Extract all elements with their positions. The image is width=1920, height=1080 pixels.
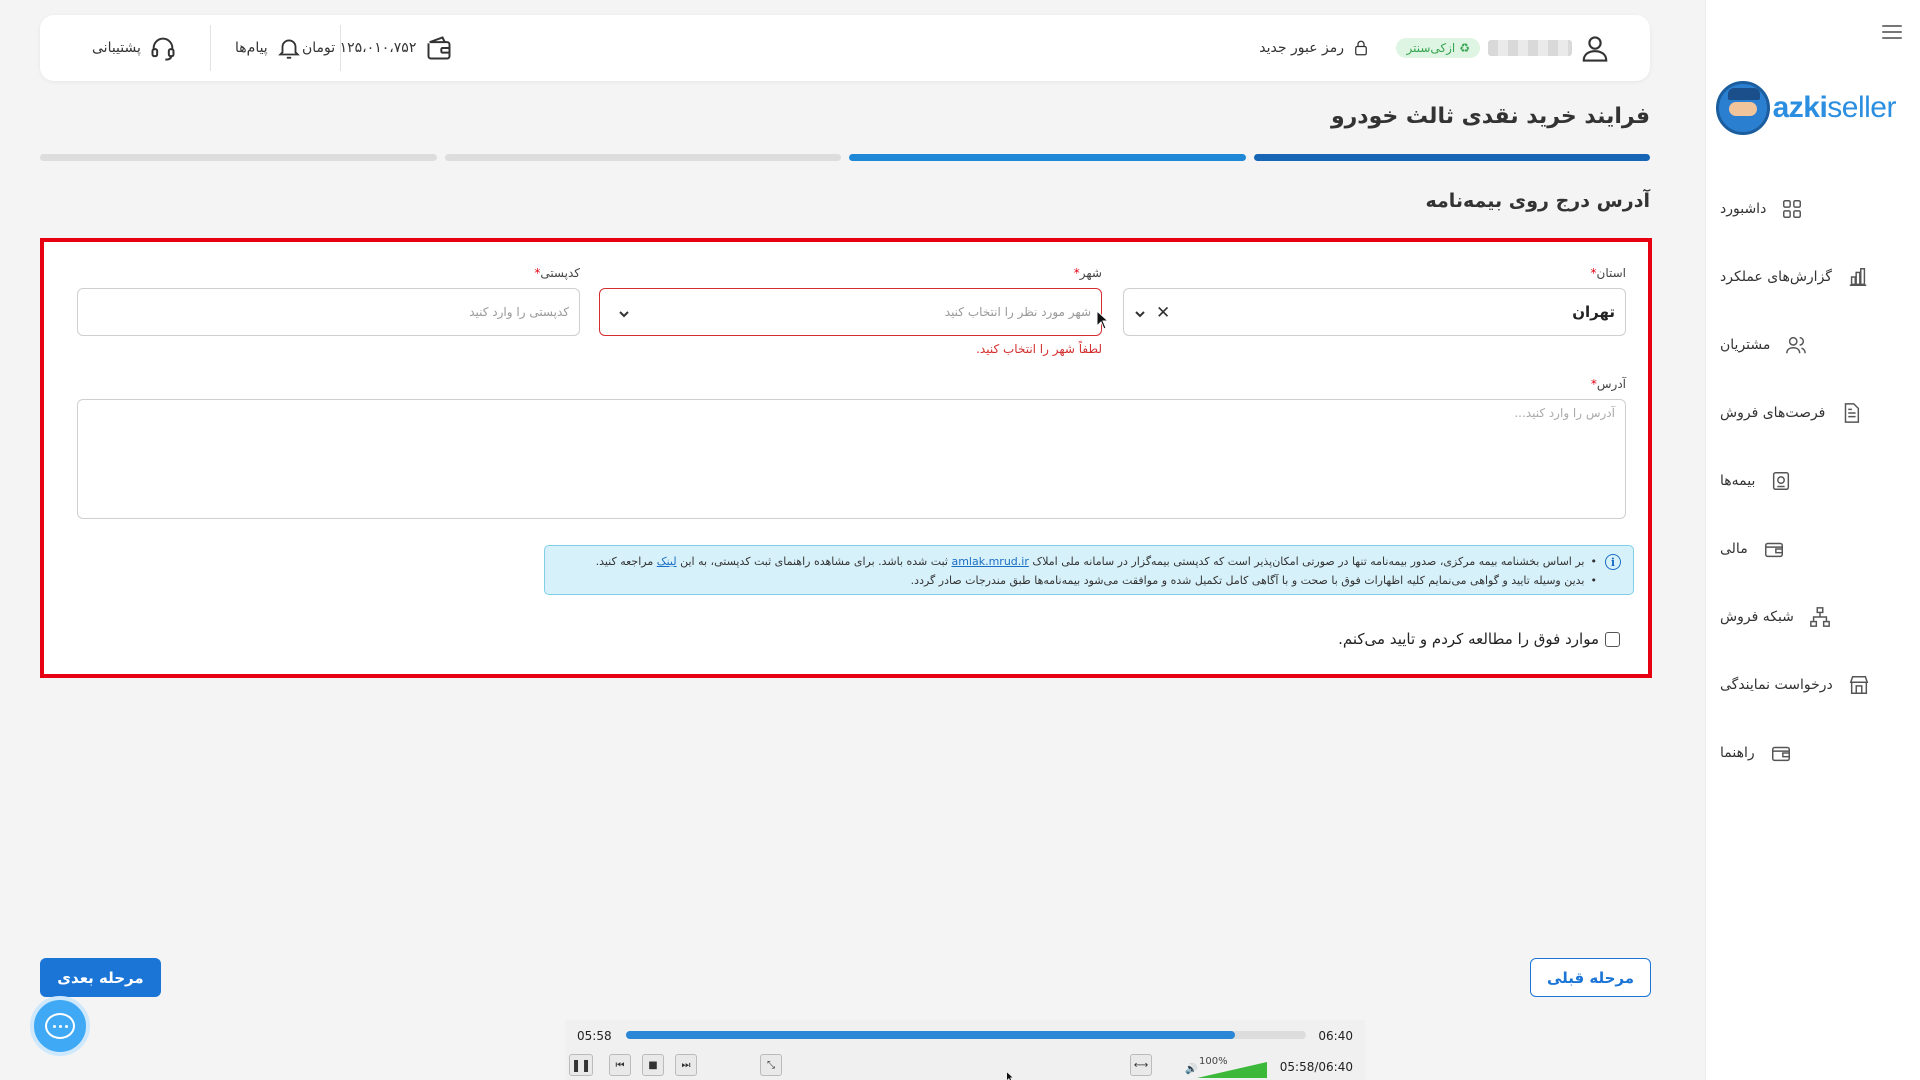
guide-link[interactable]: لینک (657, 555, 677, 568)
header-divider (210, 25, 211, 71)
pause-icon[interactable]: ❚❚ (569, 1054, 593, 1076)
support-button[interactable]: پشتیبانی (92, 15, 177, 81)
page-title: فرایند خرید نقدی ثالث خودرو (1330, 104, 1650, 129)
sidebar-item-sales-network[interactable]: شبکه فروش (1720, 583, 1900, 651)
dashboard-grid-icon (1780, 197, 1804, 221)
bell-icon (277, 39, 300, 59)
header-divider (340, 25, 341, 71)
username-blurred (1488, 40, 1572, 56)
stop-icon[interactable]: ■ (642, 1054, 664, 1076)
info-icon: i (1605, 554, 1621, 570)
postal-code-input[interactable]: کدپستی را وارد کنید (77, 288, 580, 336)
menu-hamburger-icon[interactable] (1882, 25, 1902, 39)
users-icon (1784, 333, 1808, 357)
province-label: استان* (1590, 266, 1626, 280)
progress-steps (40, 154, 1650, 162)
sidebar-item-dashboard[interactable]: داشبورد (1720, 175, 1900, 243)
info-item: بر اساس بخشنامه بیمه مرکزی، صدور بیمه‌نا… (559, 552, 1597, 571)
player-seek-bar[interactable] (626, 1031, 1306, 1039)
messages-button[interactable]: پیام‌ها (235, 15, 302, 81)
user-icon (1582, 36, 1608, 62)
sidebar-item-opportunities[interactable]: فرصت‌های فروش (1720, 379, 1900, 447)
postal-code-label: کدپستی* (534, 266, 580, 280)
resize-icon[interactable]: ⟷ (1130, 1054, 1152, 1076)
video-player: 05:58 06:40 ❚❚ ⏮ ■ ⏭ ⤡ ⟷ 🔊 100% 05:58/06… (565, 1020, 1365, 1080)
headset-icon (151, 37, 175, 61)
info-item: بدین وسیله تایید و گواهی می‌نمایم کلیه ا… (559, 571, 1597, 590)
wallet-icon (427, 36, 451, 60)
mouse-cursor-icon (1007, 1072, 1013, 1080)
city-select[interactable]: شهر مورد نظر را انتخاب کنید (599, 288, 1102, 336)
azki-seller-logo[interactable]: azkiseller (1715, 76, 1896, 140)
city-error-message: لطفاً شهر را انتخاب کنید. (976, 342, 1102, 356)
wallet-icon (1762, 537, 1786, 561)
new-password-link[interactable]: رمز عبور جدید (1259, 15, 1370, 81)
player-time-readout: 05:58/06:40 (1279, 1060, 1353, 1074)
sidebar-item-reports[interactable]: گزارش‌های عملکرد (1720, 243, 1900, 311)
fullscreen-exit-icon[interactable]: ⤡ (760, 1054, 782, 1076)
mascot-logo-icon (1715, 81, 1770, 135)
policy-icon (1769, 469, 1793, 493)
previous-step-button[interactable]: مرحله قبلی (1530, 958, 1651, 997)
player-total-time: 06:40 (1318, 1029, 1353, 1043)
azki-center-badge: ♻ ازکی‌سنتر (1396, 38, 1480, 58)
address-textarea[interactable]: آدرس را وارد کنید... (77, 399, 1626, 519)
chevron-down-icon[interactable] (1134, 308, 1145, 318)
agree-checkbox-row[interactable]: موارد فوق را مطالعه کردم و تایید می‌کنم. (1338, 630, 1620, 648)
chat-bubble-icon (45, 1013, 75, 1039)
sidebar-item-guide[interactable]: راهنما (1720, 719, 1900, 787)
province-select[interactable]: تهران ✕ (1123, 288, 1626, 336)
progress-step (1253, 154, 1650, 161)
agree-checkbox[interactable] (1605, 631, 1620, 647)
leaf-icon: ♻ (1459, 41, 1470, 55)
volume-control[interactable]: 🔊 100% (1185, 1056, 1267, 1078)
top-header: ♻ ازکی‌سنتر رمز عبور جدید ۱۲۵،۰۱۰،۷۵۲ توم… (40, 15, 1650, 81)
network-icon (1808, 605, 1832, 629)
skip-back-icon[interactable]: ⏮ (609, 1054, 631, 1076)
player-seek-fill (626, 1031, 1236, 1039)
user-profile[interactable]: ♻ ازکی‌سنتر (1396, 15, 1610, 81)
next-step-button[interactable]: مرحله بعدی (40, 958, 161, 997)
bar-chart-icon (1846, 265, 1870, 289)
sidebar-nav: داشبورد گزارش‌های عملکرد مشتریان فرصت‌ها… (1720, 175, 1900, 787)
sidebar-item-policies[interactable]: بیمه‌ها (1720, 447, 1900, 515)
mouse-cursor-icon (1096, 310, 1110, 330)
speaker-icon: 🔊 (1185, 1064, 1198, 1075)
progress-step (40, 154, 437, 161)
sidebar-item-agency-request[interactable]: درخواست نمایندگی (1720, 651, 1900, 719)
city-label: شهر* (1073, 266, 1102, 280)
info-notice: i بر اساس بخشنامه بیمه مرکزی، صدور بیمه‌… (544, 545, 1634, 595)
sidebar-item-customers[interactable]: مشتریان (1720, 311, 1900, 379)
wallet-balance[interactable]: ۱۲۵،۰۱۰،۷۵۲ تومان (302, 15, 454, 81)
skip-forward-icon[interactable]: ⏭ (675, 1054, 697, 1076)
clear-icon[interactable]: ✕ (1156, 304, 1170, 322)
chat-button[interactable] (30, 996, 90, 1056)
player-current-time: 05:58 (577, 1029, 612, 1043)
amlak-link[interactable]: amlak.mrud.ir (951, 555, 1028, 568)
sidebar: azkiseller داشبورد گزارش‌های عملکرد مشتر… (1705, 0, 1920, 1080)
document-icon (1839, 401, 1863, 425)
address-label: آدرس* (1590, 377, 1626, 391)
section-title: آدرس درج روی بیمه‌نامه (1425, 190, 1650, 212)
chevron-down-icon[interactable] (618, 308, 629, 318)
progress-step (849, 154, 1246, 161)
sidebar-item-finance[interactable]: مالی (1720, 515, 1900, 583)
store-icon (1847, 673, 1871, 697)
address-form: استان* تهران ✕ شهر* شهر مورد نظر را انتخ… (40, 238, 1652, 678)
guide-icon (1769, 741, 1793, 765)
progress-step (444, 154, 841, 161)
lock-icon (1355, 40, 1367, 56)
